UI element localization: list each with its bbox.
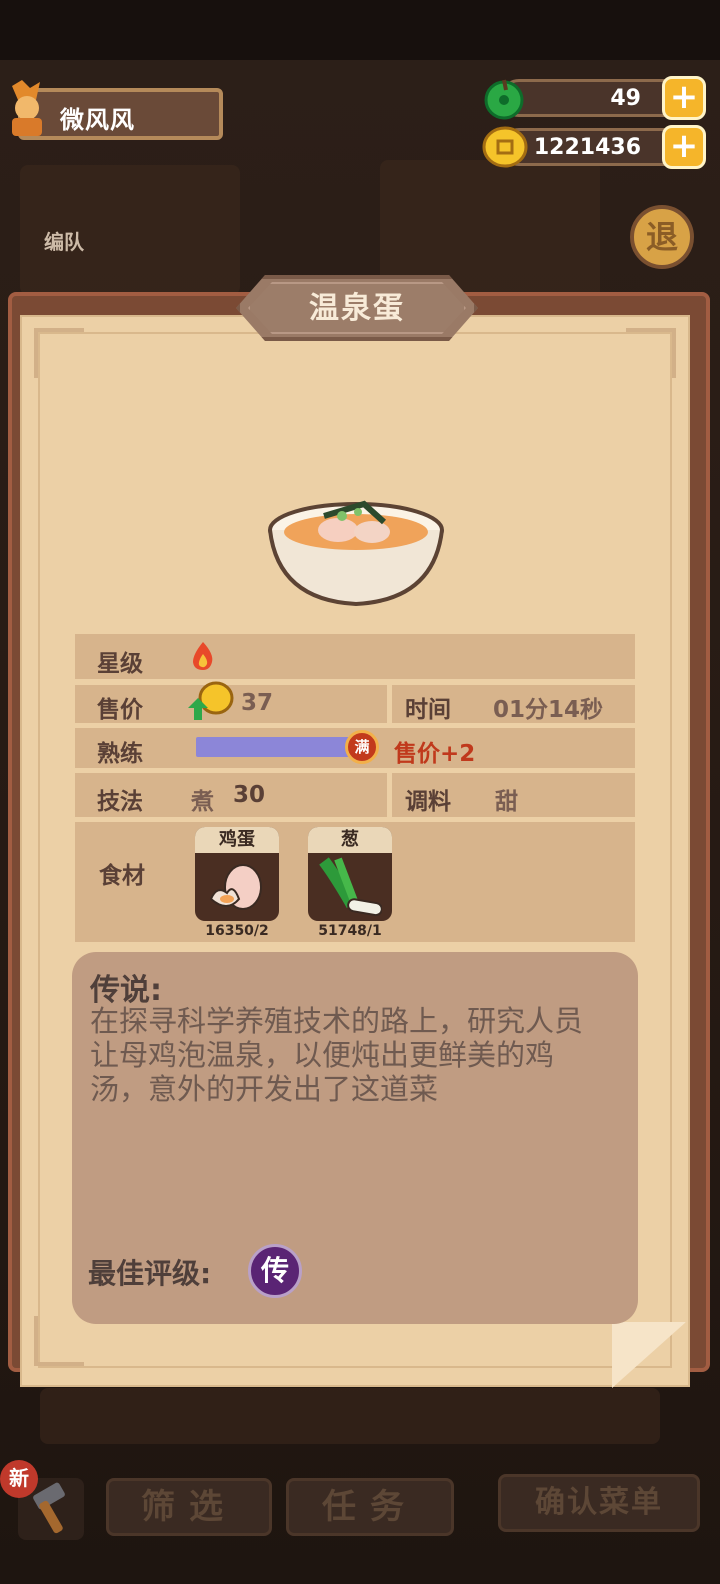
ingredient-card[interactable]: 葱 bbox=[308, 827, 392, 921]
team-label[interactable]: 编队 bbox=[44, 226, 84, 255]
legend-title: 传说: bbox=[90, 973, 162, 1008]
legend-text: 在探寻科学养殖技术的路上，研究人员让母鸡泡温泉，以便炖出更鲜美的鸡汤，意外的开发… bbox=[90, 1004, 584, 1106]
ingredient-count: 16350/2 bbox=[205, 923, 269, 939]
corner-ornament-icon bbox=[34, 1316, 84, 1366]
new-badge: 新 bbox=[0, 1460, 38, 1498]
ingredient-count: 51748/1 bbox=[318, 923, 382, 939]
confirm-menu-button[interactable]: 确认菜单 bbox=[498, 1474, 700, 1532]
flame-icon bbox=[190, 640, 216, 672]
price-value: 37 bbox=[241, 690, 274, 716]
ingredient-name: 鸡蛋 bbox=[195, 827, 279, 853]
star-label: 星级 bbox=[97, 651, 143, 677]
technique-value: 煮 bbox=[191, 789, 214, 815]
star-row bbox=[75, 634, 635, 679]
technique-level: 30 bbox=[233, 782, 266, 808]
game-screen: 编队 退 微风风 49 + 1221436 + 温泉蛋 星级 售价 37 时间 … bbox=[0, 0, 720, 1584]
coin-up-icon bbox=[186, 680, 234, 722]
bg-recipe-cards bbox=[40, 1388, 660, 1444]
mastery-label: 熟练 bbox=[97, 741, 143, 767]
exit-button[interactable]: 退 bbox=[630, 205, 694, 269]
best-rating-badge: 传 bbox=[248, 1244, 302, 1298]
best-rating-label: 最佳评级: bbox=[88, 1257, 212, 1290]
ingredient-name: 葱 bbox=[308, 827, 392, 853]
seasoning-value: 甜 bbox=[495, 789, 518, 815]
mastery-max-badge: 满 bbox=[345, 730, 379, 764]
add-coin-button[interactable]: + bbox=[662, 125, 706, 169]
egg-icon bbox=[195, 853, 279, 921]
time-label: 时间 bbox=[405, 697, 451, 723]
jade-icon bbox=[482, 76, 526, 120]
scallion-icon bbox=[308, 853, 392, 921]
ingredient-card[interactable]: 鸡蛋 bbox=[195, 827, 279, 921]
corner-ornament-icon bbox=[626, 328, 676, 378]
corner-ornament-icon bbox=[34, 328, 84, 378]
mastery-progress-bar bbox=[196, 737, 352, 757]
time-value: 01分14秒 bbox=[493, 697, 604, 723]
dish-bowl-icon bbox=[264, 482, 448, 610]
seasoning-label: 调料 bbox=[405, 789, 451, 815]
mastery-bonus: 售价+2 bbox=[394, 741, 476, 767]
technique-label: 技法 bbox=[97, 789, 143, 815]
chef-avatar-icon[interactable] bbox=[2, 78, 52, 138]
task-button[interactable]: 任务 bbox=[286, 1478, 454, 1536]
coin-icon bbox=[482, 124, 528, 170]
dish-title: 温泉蛋 bbox=[248, 282, 466, 334]
add-jade-button[interactable]: + bbox=[662, 76, 706, 120]
price-label: 售价 bbox=[97, 697, 143, 723]
filter-button[interactable]: 筛选 bbox=[106, 1478, 272, 1536]
ingredients-label: 食材 bbox=[99, 863, 145, 889]
